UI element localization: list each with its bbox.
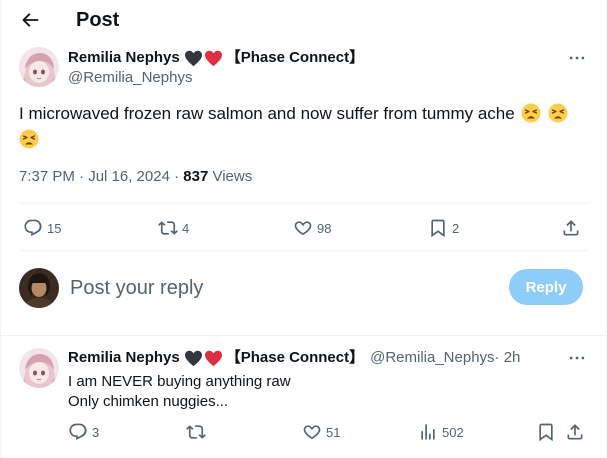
divider — [19, 203, 589, 204]
post-timestamp[interactable]: 7:37 PM · Jul 16, 2024 · — [19, 168, 183, 185]
reply-text-line: Only chimken nuggies... — [68, 393, 229, 410]
repost-action[interactable] — [186, 422, 210, 442]
bookmark-action[interactable]: 2 — [428, 218, 459, 238]
views-icon — [421, 424, 435, 440]
tired-face-emoji — [19, 129, 39, 149]
divider — [19, 250, 589, 251]
reply-author-emoji — [184, 350, 224, 367]
reply-author-row: Remilia Nephys 【Phase Connect】 @Remilia_… — [68, 348, 520, 368]
reply-action[interactable]: 15 — [23, 218, 61, 238]
repost-action[interactable]: 4 — [158, 218, 189, 238]
bookmark-icon — [539, 423, 553, 442]
like-icon — [303, 425, 321, 440]
like-action[interactable]: 98 — [293, 218, 331, 238]
black-heart-icon — [184, 50, 202, 66]
post-action-bar: 15 4 98 2 — [19, 216, 589, 240]
views-label: Views — [208, 168, 253, 185]
more-icon[interactable] — [567, 48, 587, 68]
user-avatar[interactable] — [19, 268, 59, 308]
back-arrow-icon[interactable] — [19, 9, 41, 31]
like-icon — [294, 221, 312, 236]
like-action[interactable]: 51 — [302, 422, 340, 442]
tired-face-emoji — [521, 103, 541, 123]
reply-count: 15 — [47, 220, 62, 236]
reply-input[interactable]: Post your reply — [70, 276, 203, 300]
red-heart-icon — [204, 350, 222, 366]
author-handle-row: @Remilia_Nephys — [68, 68, 192, 88]
repost-icon — [186, 425, 206, 439]
black-heart-icon — [184, 350, 202, 366]
reply-author-display-name[interactable]: Remilia Nephys — [68, 348, 180, 368]
bookmark-icon — [431, 219, 445, 238]
more-icon[interactable] — [567, 348, 587, 368]
post-text-body: I microwaved frozen raw salmon and now s… — [19, 104, 515, 123]
like-count: 51 — [326, 424, 341, 440]
reply-timestamp[interactable]: · 2h — [495, 348, 521, 368]
share-action[interactable] — [565, 422, 589, 442]
author-avatar[interactable] — [19, 47, 59, 87]
reply-author-avatar[interactable] — [19, 348, 59, 388]
view-count: 837 — [183, 168, 209, 185]
repost-count: 4 — [182, 220, 190, 236]
post-meta: 7:37 PM · Jul 16, 2024 · 837 Views — [19, 167, 252, 187]
divider — [1, 335, 607, 336]
bookmark-action[interactable] — [536, 422, 560, 442]
post-detail-page: Post Remilia Nephys 【Phase Connect】 @Rem… — [0, 0, 607, 458]
reply-icon — [24, 219, 42, 237]
author-affiliation: 【Phase Connect】 — [225, 49, 365, 66]
reply-action-bar: 3 51 502 — [68, 422, 588, 446]
share-icon — [563, 220, 579, 236]
page-title: Post — [76, 9, 120, 31]
like-count: 98 — [317, 220, 332, 236]
share-action[interactable] — [561, 218, 585, 238]
views-action[interactable]: 502 — [418, 422, 464, 442]
author-display-name[interactable]: Remilia Nephys — [68, 48, 180, 68]
bookmark-count: 2 — [452, 220, 460, 236]
page-header: Post — [1, 0, 607, 40]
reply-author-affiliation: 【Phase Connect】 — [225, 349, 365, 366]
author-name-row: Remilia Nephys 【Phase Connect】 — [68, 48, 364, 68]
repost-icon — [158, 221, 178, 235]
reply-button[interactable]: Reply — [509, 269, 583, 305]
reply-action[interactable]: 3 — [68, 422, 99, 442]
views-count: 502 — [442, 424, 464, 440]
reply-icon — [69, 423, 87, 441]
post-text: I microwaved frozen raw salmon and now s… — [19, 101, 589, 153]
tired-face-emoji — [548, 103, 568, 123]
red-heart-icon — [204, 50, 222, 66]
reply-count: 3 — [92, 424, 100, 440]
share-icon — [567, 424, 583, 440]
reply-author-handle[interactable]: @Remilia_Nephys — [370, 348, 494, 368]
author-handle[interactable]: @Remilia_Nephys — [68, 68, 192, 88]
author-emoji — [184, 50, 224, 67]
reply-text-line: I am NEVER buying anything raw — [68, 373, 291, 390]
reply-text: I am NEVER buying anything raw Only chim… — [68, 372, 291, 412]
